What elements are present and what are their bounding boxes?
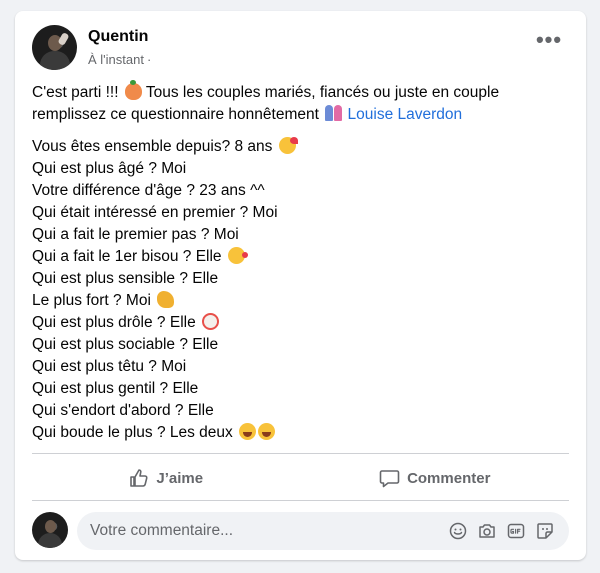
post-intro: C'est parti !!! Tous les couples mariés,… (32, 80, 566, 126)
laughing-face-icon (258, 423, 276, 440)
qa-line: Qui est plus gentil ? Elle (32, 380, 199, 397)
divider (32, 453, 569, 454)
more-options-button[interactable]: ••• (534, 29, 564, 55)
laughing-face-icon (239, 423, 257, 440)
qa-line: Le plus fort ? Moi (32, 290, 566, 312)
couple-icon (325, 105, 343, 122)
clown-face-icon (202, 313, 220, 330)
comment-tools (448, 521, 555, 541)
qa-line: Qui a fait le premier pas ? Moi (32, 226, 239, 243)
camera-icon[interactable] (477, 521, 497, 541)
post-actions: J’aime Commenter (32, 458, 569, 498)
post-body: C'est parti !!! Tous les couples mariés,… (32, 80, 566, 444)
post-timestamp[interactable]: À l'instant · (88, 52, 151, 67)
smiling-face-with-hearts-icon (278, 137, 298, 154)
qa-line: Vous êtes ensemble depuis? 8 ans (32, 136, 566, 158)
qa-line: Qui boude le plus ? Les deux (32, 422, 566, 444)
author-avatar[interactable] (32, 25, 77, 70)
qa-line: Qui est plus têtu ? Moi (32, 358, 187, 375)
qa-line: Qui est plus drôle ? Elle (32, 312, 566, 334)
intro-text-start: C'est parti !!! (32, 84, 123, 101)
flexed-biceps-icon (157, 291, 175, 308)
speech-bubble-icon (379, 470, 400, 488)
qa-line: Qui a fait le 1er bisou ? Elle (32, 246, 566, 268)
qa-line: Qui est plus âgé ? Moi (32, 160, 187, 177)
comment-button[interactable]: Commenter (301, 458, 570, 498)
post-card: Quentin À l'instant · ••• C'est parti !!!… (15, 11, 586, 560)
sticker-icon[interactable] (535, 521, 555, 541)
peach-icon (124, 80, 142, 100)
comment-placeholder: Votre commentaire... (90, 522, 234, 539)
like-button[interactable]: J’aime (32, 458, 301, 498)
author-name[interactable]: Quentin (88, 28, 148, 46)
comment-label: Commenter (407, 469, 491, 487)
like-label: J’aime (156, 469, 204, 487)
qa-line: Qui est plus sociable ? Elle (32, 336, 219, 353)
comment-input[interactable]: Votre commentaire... (77, 512, 569, 550)
post-header: Quentin À l'instant · ••• (32, 25, 572, 75)
qa-line: Votre différence d'âge ? 23 ans ^^ (32, 182, 265, 199)
qa-line: Qui était intéressé en premier ? Moi (32, 204, 278, 221)
timestamp-text[interactable]: À l'instant (88, 52, 144, 67)
emoji-icon[interactable] (448, 521, 468, 541)
mention-link[interactable]: Louise Laverdon (348, 106, 463, 123)
thumbs-up-icon (130, 469, 148, 487)
comment-composer: Votre commentaire... (32, 510, 569, 550)
more-icon: ••• (535, 27, 563, 52)
face-blowing-kiss-icon (227, 247, 248, 264)
gif-icon[interactable] (506, 521, 526, 541)
user-avatar[interactable] (32, 512, 68, 548)
qa-line: Qui est plus sensible ? Elle (32, 270, 219, 287)
separator-dot: · (146, 52, 152, 67)
qa-line: Qui s'endort d'abord ? Elle (32, 402, 214, 419)
divider (32, 500, 569, 501)
